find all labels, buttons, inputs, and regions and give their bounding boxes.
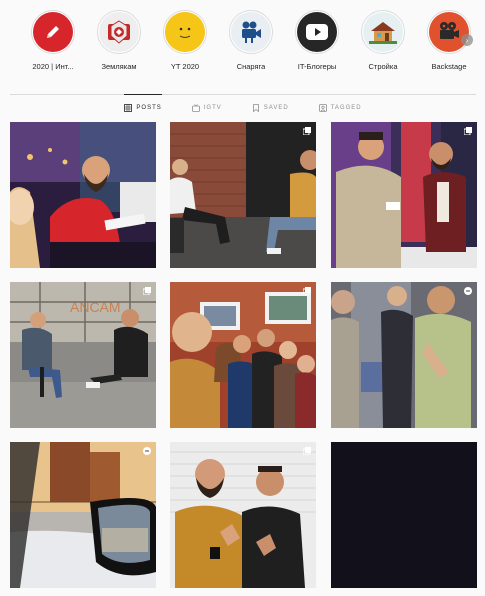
- post-image: [331, 122, 477, 268]
- bookmark-icon: [252, 104, 259, 112]
- tag-icon: [318, 104, 327, 112]
- post-image: [10, 442, 156, 588]
- tab-tagged[interactable]: TAGGED: [318, 94, 362, 121]
- post-group-selfie[interactable]: [170, 282, 316, 428]
- highlight-zemlyakam[interactable]: Землякам: [86, 10, 152, 71]
- highlight-label: Стройка: [368, 62, 398, 71]
- highlight-label: IT-Блогеры: [297, 62, 337, 71]
- post-people-blurred[interactable]: [331, 282, 477, 428]
- highlight-label: YT 2020: [170, 62, 200, 71]
- highlight-stroyka[interactable]: Стройка: [350, 10, 416, 71]
- post-image: [170, 122, 316, 268]
- highlight-label: Снаряга: [236, 62, 266, 71]
- post-image: [331, 442, 477, 588]
- post-image: [10, 122, 156, 268]
- post-image: [170, 442, 316, 588]
- highlight-label: 2020 | Инт...: [32, 62, 74, 71]
- highlight-label: Землякам: [101, 62, 137, 71]
- tab-posts[interactable]: POSTS: [124, 94, 162, 121]
- post-two-men-talking[interactable]: [331, 122, 477, 268]
- tab-saved[interactable]: SAVED: [252, 94, 289, 121]
- grid-icon: [124, 104, 133, 112]
- post-interview-loft[interactable]: ANCAM: [10, 282, 156, 428]
- tab-label: SAVED: [263, 105, 289, 111]
- multiple-photos-icon: [143, 287, 151, 295]
- post-image: [170, 282, 316, 428]
- multiple-photos-icon: [464, 127, 472, 135]
- story-highlights: 2020 | Инт... Землякам YT 2020 Снаряга I…: [0, 0, 485, 84]
- post-dark-video[interactable]: [331, 442, 477, 588]
- tab-label: TAGGED: [330, 105, 362, 111]
- camera-icon: [231, 12, 271, 52]
- post-two-men-thumbs-up[interactable]: [170, 442, 316, 588]
- post-studio-interview-brick[interactable]: [170, 122, 316, 268]
- tab-igtv[interactable]: IGTV: [191, 94, 222, 121]
- highlight-2020[interactable]: 2020 | Инт...: [20, 10, 86, 71]
- svg-text:ANCAM: ANCAM: [70, 299, 121, 315]
- post-image: [331, 282, 477, 428]
- profile-tabs: POSTS IGTV SAVED TAGGED: [10, 94, 476, 122]
- post-interview-red-hoodie[interactable]: [10, 122, 156, 268]
- play-icon: [297, 12, 337, 52]
- highlight-yt2020[interactable]: YT 2020: [152, 10, 218, 71]
- movie-camera-icon: [429, 12, 469, 52]
- house-icon: [363, 12, 403, 52]
- tab-label: IGTV: [203, 105, 222, 111]
- multiple-photos-icon: [303, 287, 311, 295]
- pencil-icon: [33, 12, 73, 52]
- post-car-mirror-winter[interactable]: [10, 442, 156, 588]
- yellow-dot-icon: [165, 12, 205, 52]
- emblem-icon: [99, 12, 139, 52]
- tab-label: POSTS: [136, 105, 162, 111]
- video-icon: [464, 287, 472, 295]
- video-icon: [143, 447, 151, 455]
- post-image: ANCAM: [10, 282, 156, 428]
- chevron-right-icon[interactable]: ›: [461, 34, 473, 46]
- multiple-photos-icon: [303, 127, 311, 135]
- highlight-snaryaga[interactable]: Снаряга: [218, 10, 284, 71]
- highlight-label: Backstage: [431, 62, 467, 71]
- multiple-photos-icon: [303, 447, 311, 455]
- highlight-it-bloggers[interactable]: IT-Блогеры: [284, 10, 350, 71]
- tv-icon: [191, 104, 200, 112]
